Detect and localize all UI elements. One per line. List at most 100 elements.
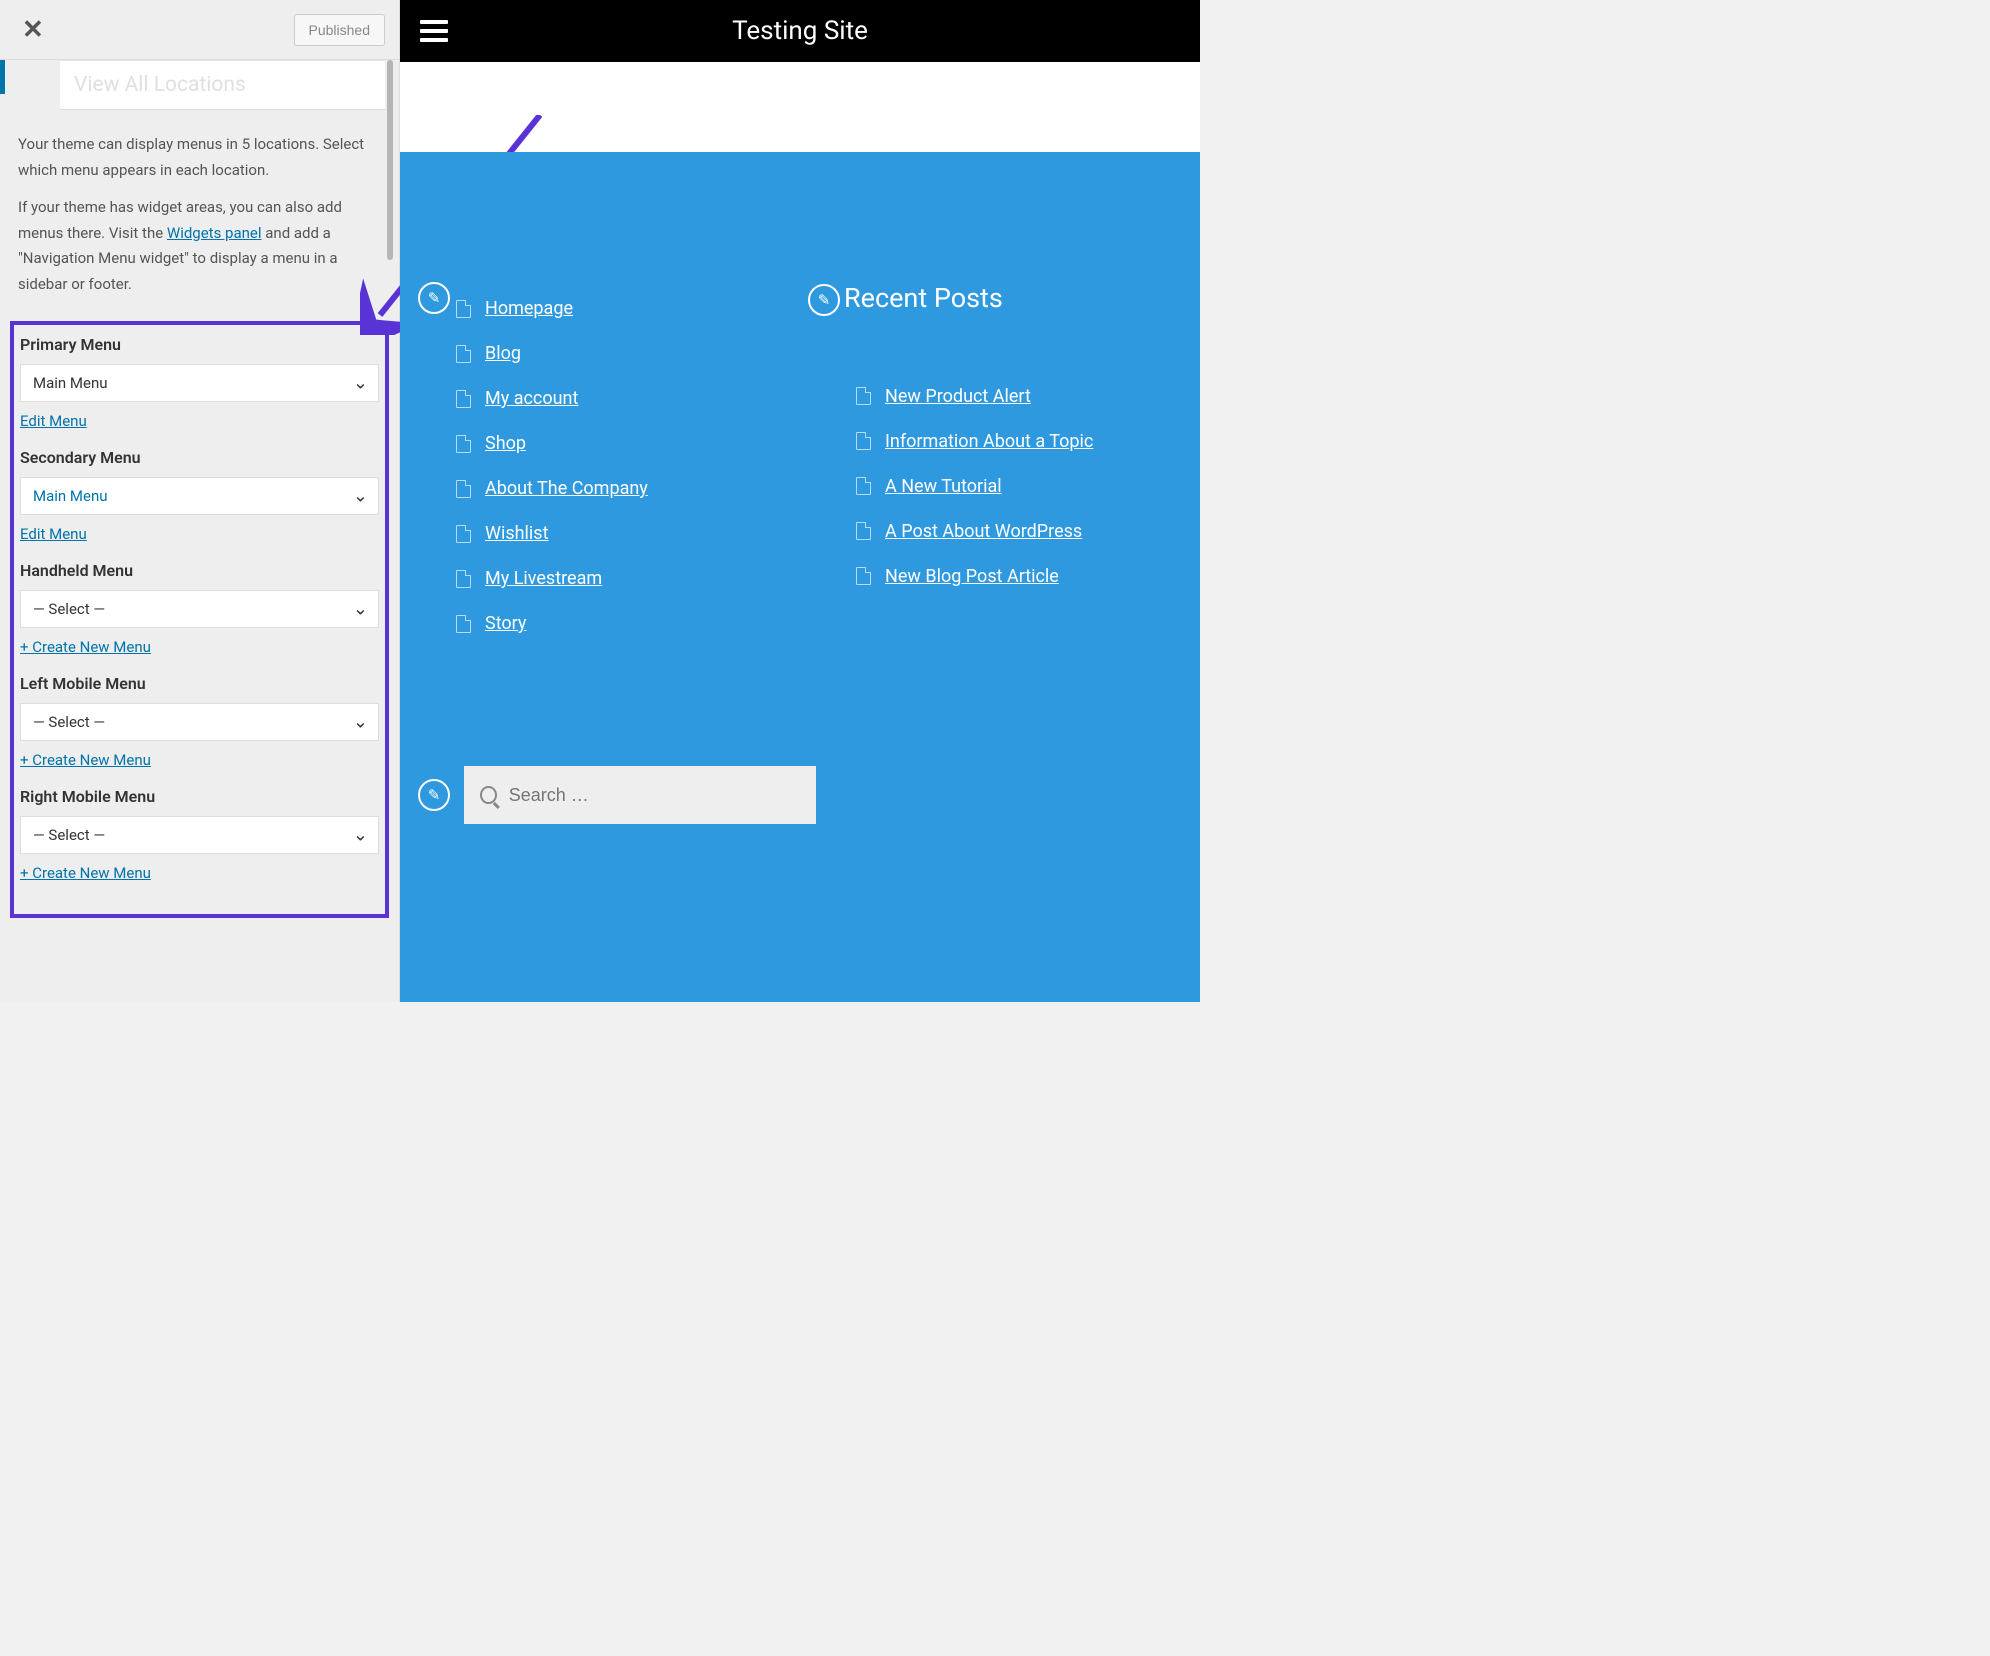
recent-posts-heading-row: ✎ Recent Posts (808, 282, 1170, 316)
nav-link[interactable]: My Livestream (485, 568, 602, 589)
select-value: — Select — (33, 600, 105, 618)
nav-item: Homepage (456, 286, 780, 331)
menu-select[interactable]: Main Menu ⌄ (20, 364, 379, 402)
scrollbar[interactable] (387, 60, 393, 260)
page-icon (856, 432, 871, 450)
nav-item: Blog (456, 331, 780, 376)
page-icon (456, 615, 471, 633)
nav-link[interactable]: My account (485, 388, 578, 409)
post-item: Information About a Topic (856, 419, 1170, 464)
footer-nav-column: ✎ Homepage Blog My account Shop About The Co… (410, 282, 780, 962)
post-link[interactable]: New Blog Post Article (885, 566, 1059, 587)
location-label: Secondary Menu (20, 448, 379, 467)
footer-preview: ✎ Homepage Blog My account Shop About The Co… (400, 152, 1200, 1002)
page-icon (456, 435, 471, 453)
footer-nav-list: Homepage Blog My account Shop About The Comp… (456, 286, 780, 646)
search-icon (480, 786, 497, 804)
published-button[interactable]: Published (294, 14, 386, 46)
page-icon (456, 480, 471, 498)
menu-location: Right Mobile Menu — Select — ⌄ + Create New… (20, 787, 379, 882)
edit-widget-button[interactable]: ✎ (808, 284, 840, 316)
post-item: New Product Alert (856, 374, 1170, 419)
post-link[interactable]: A Post About WordPress (885, 521, 1082, 542)
pencil-icon: ✎ (428, 786, 441, 804)
page-icon (856, 522, 871, 540)
page-icon (456, 345, 471, 363)
chevron-down-icon: ⌄ (353, 825, 368, 846)
nav-link[interactable]: Wishlist (485, 523, 548, 544)
nav-item: Shop (456, 421, 780, 466)
post-item: A Post About WordPress (856, 509, 1170, 554)
sidebar-topbar: ✕ Published (0, 0, 399, 60)
chevron-down-icon: ⌄ (353, 486, 368, 507)
hamburger-menu-icon[interactable] (420, 20, 448, 42)
chevron-down-icon: ⌄ (353, 373, 368, 394)
help-paragraph-2: If your theme has widget areas, you can … (18, 195, 381, 297)
pencil-icon: ✎ (818, 291, 831, 309)
recent-posts-column: ✎ Recent Posts New Product Alert Informati… (800, 282, 1170, 962)
close-button[interactable]: ✕ (14, 11, 52, 49)
location-label: Primary Menu (20, 335, 379, 354)
menu-select[interactable]: — Select — ⌄ (20, 816, 379, 854)
active-section-indicator (0, 60, 5, 94)
select-value: — Select — (33, 713, 105, 731)
site-header: Testing Site (400, 0, 1200, 62)
post-item: A New Tutorial (856, 464, 1170, 509)
help-text: Your theme can display menus in 5 locati… (0, 120, 399, 321)
location-label: Left Mobile Menu (20, 674, 379, 693)
search-input[interactable] (509, 785, 800, 806)
preview-spacer (400, 62, 1200, 152)
post-item: New Blog Post Article (856, 554, 1170, 599)
page-icon (456, 390, 471, 408)
view-all-locations-row[interactable]: View All Locations (60, 60, 385, 110)
widgets-panel-link[interactable]: Widgets panel (167, 224, 262, 242)
page-icon (456, 570, 471, 588)
edit-widget-button[interactable]: ✎ (418, 282, 450, 314)
select-value: Main Menu (33, 487, 108, 505)
site-title: Testing Site (732, 16, 868, 46)
menu-select[interactable]: Main Menu ⌄ (20, 477, 379, 515)
nav-link[interactable]: About The Company (485, 478, 648, 499)
recent-posts-heading: Recent Posts (844, 282, 1003, 314)
nav-item: My account (456, 376, 780, 421)
post-link[interactable]: Information About a Topic (885, 431, 1093, 452)
select-value: — Select — (33, 826, 105, 844)
create-menu-link[interactable]: + Create New Menu (20, 751, 151, 769)
create-menu-link[interactable]: + Create New Menu (20, 864, 151, 882)
create-menu-link[interactable]: + Create New Menu (20, 638, 151, 656)
edit-menu-link[interactable]: Edit Menu (20, 525, 87, 543)
chevron-down-icon: ⌄ (353, 599, 368, 620)
location-label: Handheld Menu (20, 561, 379, 580)
nav-item: Story (456, 601, 780, 646)
search-box[interactable] (464, 766, 816, 824)
edit-widget-button[interactable]: ✎ (418, 779, 450, 811)
post-link[interactable]: A New Tutorial (885, 476, 1002, 497)
menu-locations-highlight: Primary MenuMain Menu⌄Edit MenuSecondary… (10, 321, 389, 918)
page-icon (456, 525, 471, 543)
help-paragraph-1: Your theme can display menus in 5 locati… (18, 132, 381, 183)
nav-link[interactable]: Shop (485, 433, 526, 454)
nav-link[interactable]: Story (485, 613, 526, 634)
nav-link[interactable]: Blog (485, 343, 521, 364)
menu-location: Left Mobile Menu — Select —⌄ + Create New … (20, 674, 379, 769)
menu-select[interactable]: — Select —⌄ (20, 703, 379, 741)
nav-link[interactable]: Homepage (485, 298, 573, 319)
pencil-icon: ✎ (428, 289, 441, 307)
menu-location: Primary Menu Main Menu ⌄ Edit Menu (20, 335, 379, 430)
recent-posts-list: New Product Alert Information About a Top… (856, 374, 1170, 599)
edit-menu-link[interactable]: Edit Menu (20, 412, 87, 430)
page-icon (856, 477, 871, 495)
select-value: Main Menu (33, 374, 108, 392)
nav-item: My Livestream (456, 556, 780, 601)
location-label: Right Mobile Menu (20, 787, 379, 806)
footer-search-widget: ✎ (418, 766, 816, 824)
menu-location: Secondary Menu Main Menu ⌄ Edit Menu (20, 448, 379, 543)
page-icon (856, 567, 871, 585)
nav-item: Wishlist (456, 511, 780, 556)
menu-select[interactable]: — Select — ⌄ (20, 590, 379, 628)
nav-item: About The Company (456, 466, 780, 511)
customizer-sidebar: ✕ Published View All Locations Your them… (0, 0, 400, 1002)
site-preview: Testing Site ✎ Homepage Blog My account Sho… (400, 0, 1200, 1002)
post-link[interactable]: New Product Alert (885, 386, 1031, 407)
menu-location: Handheld Menu — Select — ⌄ + Create New Men… (20, 561, 379, 656)
